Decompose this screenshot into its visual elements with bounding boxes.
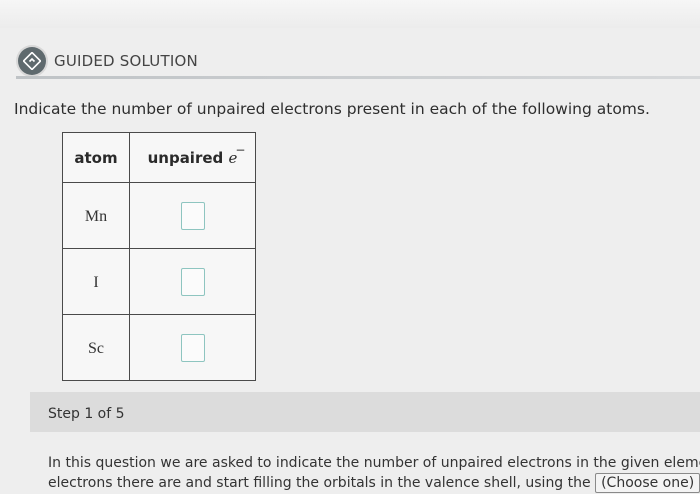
column-header-atom: atom [62, 132, 130, 183]
atom-symbol: Sc [88, 339, 104, 357]
answer-cell [129, 314, 256, 381]
top-strip [0, 0, 700, 28]
answer-cell [129, 248, 256, 315]
electron-charge-sign: − [235, 142, 246, 157]
step-explanation: In this question we are asked to indicat… [48, 454, 700, 493]
step-text-line-1: In this question we are asked to indicat… [48, 455, 700, 471]
atoms-table: atom unpaired e − Mn I Sc [62, 132, 256, 381]
step-bar: Step 1 of 5 [30, 392, 700, 432]
guided-solution-header: GUIDED SOLUTION [18, 46, 198, 76]
guided-solution-icon [18, 47, 46, 75]
electron-symbol: e − [228, 142, 246, 167]
atom-cell: Sc [62, 314, 130, 381]
column-header-unpaired: unpaired e − [129, 132, 256, 183]
table-row: Sc [62, 314, 256, 381]
answer-input-mn[interactable] [180, 201, 205, 230]
table-row: I [62, 248, 256, 315]
answer-input-sc[interactable] [180, 333, 205, 362]
atom-symbol: I [93, 273, 99, 291]
column-header-unpaired-label: unpaired [147, 148, 224, 167]
header-divider [16, 76, 700, 79]
step-text-line-2: electrons there are and start filling th… [48, 473, 700, 493]
answer-input-i[interactable] [180, 267, 205, 296]
step-label: Step 1 of 5 [48, 406, 125, 422]
choose-one-dropdown[interactable]: (Choose one) [595, 473, 700, 493]
atom-cell: Mn [62, 182, 130, 249]
atom-cell: I [62, 248, 130, 315]
question-instruction: Indicate the number of unpaired electron… [14, 100, 650, 118]
guided-solution-title: GUIDED SOLUTION [54, 52, 198, 70]
answer-cell [129, 182, 256, 249]
table-header-row: atom unpaired e − [62, 132, 256, 183]
table-row: Mn [62, 182, 256, 249]
atom-symbol: Mn [84, 207, 108, 225]
